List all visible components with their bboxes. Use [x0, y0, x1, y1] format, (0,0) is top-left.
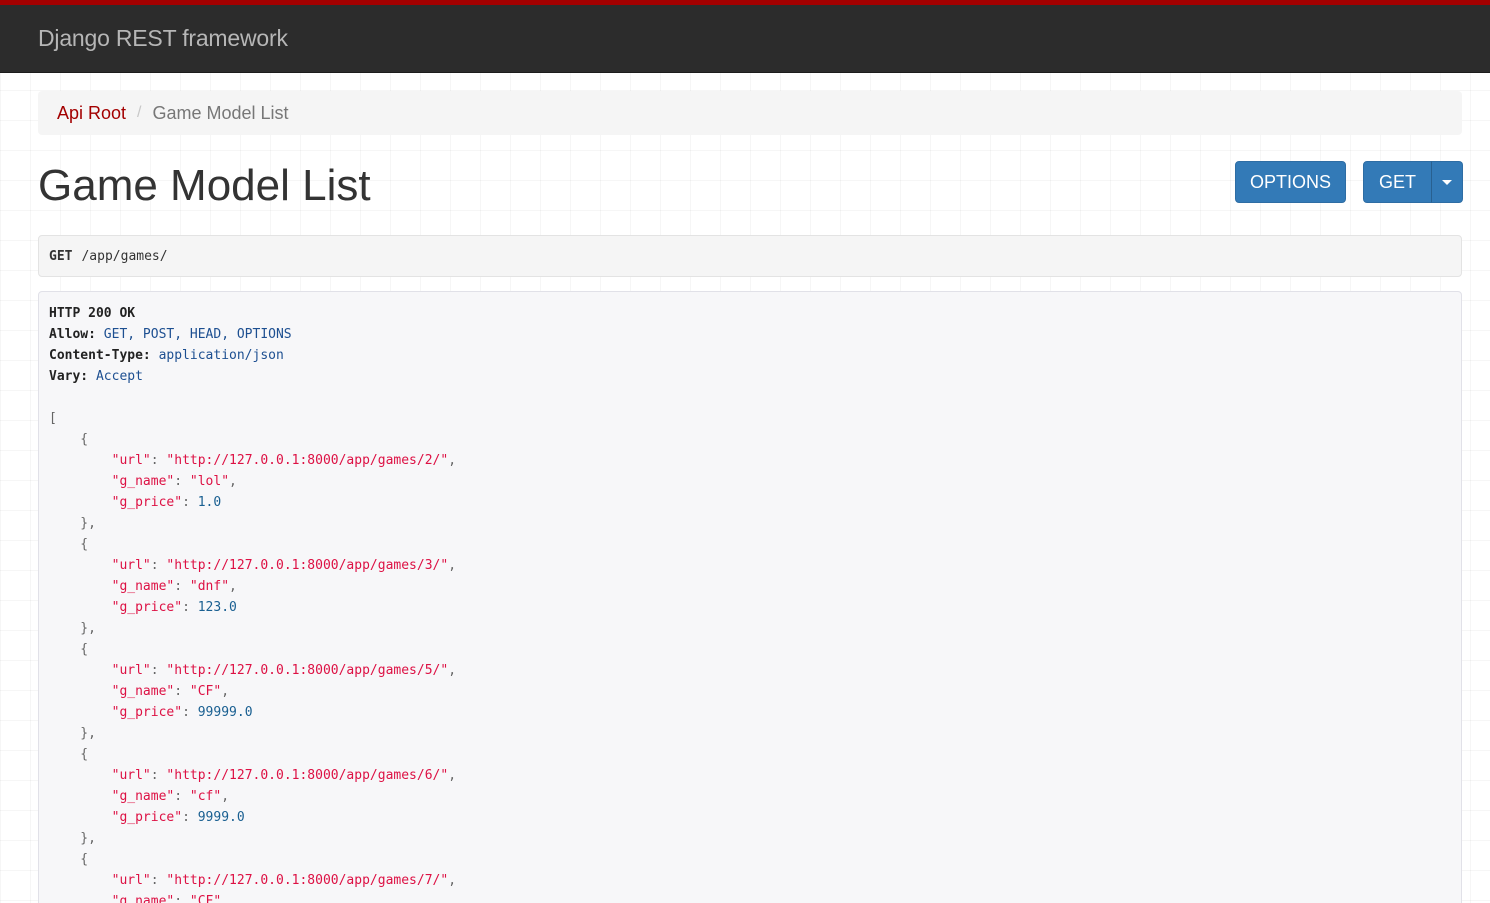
json-field-url: "url": "http://127.0.0.1:8000/app/games/… [111, 768, 457, 783]
response-status: HTTP 200 OK [49, 306, 136, 321]
response-header: Allow: GET, POST, HEAD, OPTIONS [49, 327, 292, 342]
breadcrumb-separator: / [137, 104, 142, 121]
breadcrumb-current: Game Model List [152, 102, 289, 123]
request-info: GET /app/games/ [38, 235, 1462, 277]
json-field-g-name: "g_name": "lol", [111, 474, 237, 489]
json-field-g-name: "g_name": "cf", [111, 789, 230, 804]
json-open-bracket: [ [49, 411, 57, 426]
get-button[interactable]: GET [1363, 161, 1432, 203]
brand-link[interactable]: Django REST framework [38, 25, 288, 52]
breadcrumb-api-root[interactable]: Api Root [57, 103, 126, 124]
json-field-g-price: "g_price": 1.0 [111, 495, 222, 510]
json-field-g-price: "g_price": 123.0 [111, 600, 237, 615]
json-field-url: "url": "http://127.0.0.1:8000/app/games/… [111, 558, 457, 573]
options-button[interactable]: OPTIONS [1235, 161, 1346, 203]
json-field-url: "url": "http://127.0.0.1:8000/app/games/… [111, 663, 457, 678]
json-field-g-name: "g_name": "dnf", [111, 579, 237, 594]
request-path: /app/games/ [81, 248, 168, 264]
page-title: Game Model List [38, 161, 371, 210]
breadcrumb: Api Root / Game Model List [38, 91, 1462, 135]
navbar: Django REST framework [0, 5, 1490, 73]
json-field-url: "url": "http://127.0.0.1:8000/app/games/… [111, 453, 457, 468]
caret-down-icon [1442, 179, 1452, 185]
json-field-g-price: "g_price": 99999.0 [111, 705, 253, 720]
json-field-g-name: "g_name": "CF", [111, 684, 230, 699]
json-field-g-price: "g_price": 9999.0 [111, 810, 245, 825]
response-header: Vary: Accept [49, 369, 143, 384]
response-info: HTTP 200 OK Allow: GET, POST, HEAD, OPTI… [38, 291, 1462, 903]
get-format-dropdown-toggle[interactable] [1431, 161, 1463, 203]
json-field-g-name: "g_name": "CF", [111, 894, 230, 903]
json-field-url: "url": "http://127.0.0.1:8000/app/games/… [111, 873, 457, 888]
request-method: GET [49, 248, 73, 264]
response-header: Content-Type: application/json [49, 348, 284, 363]
